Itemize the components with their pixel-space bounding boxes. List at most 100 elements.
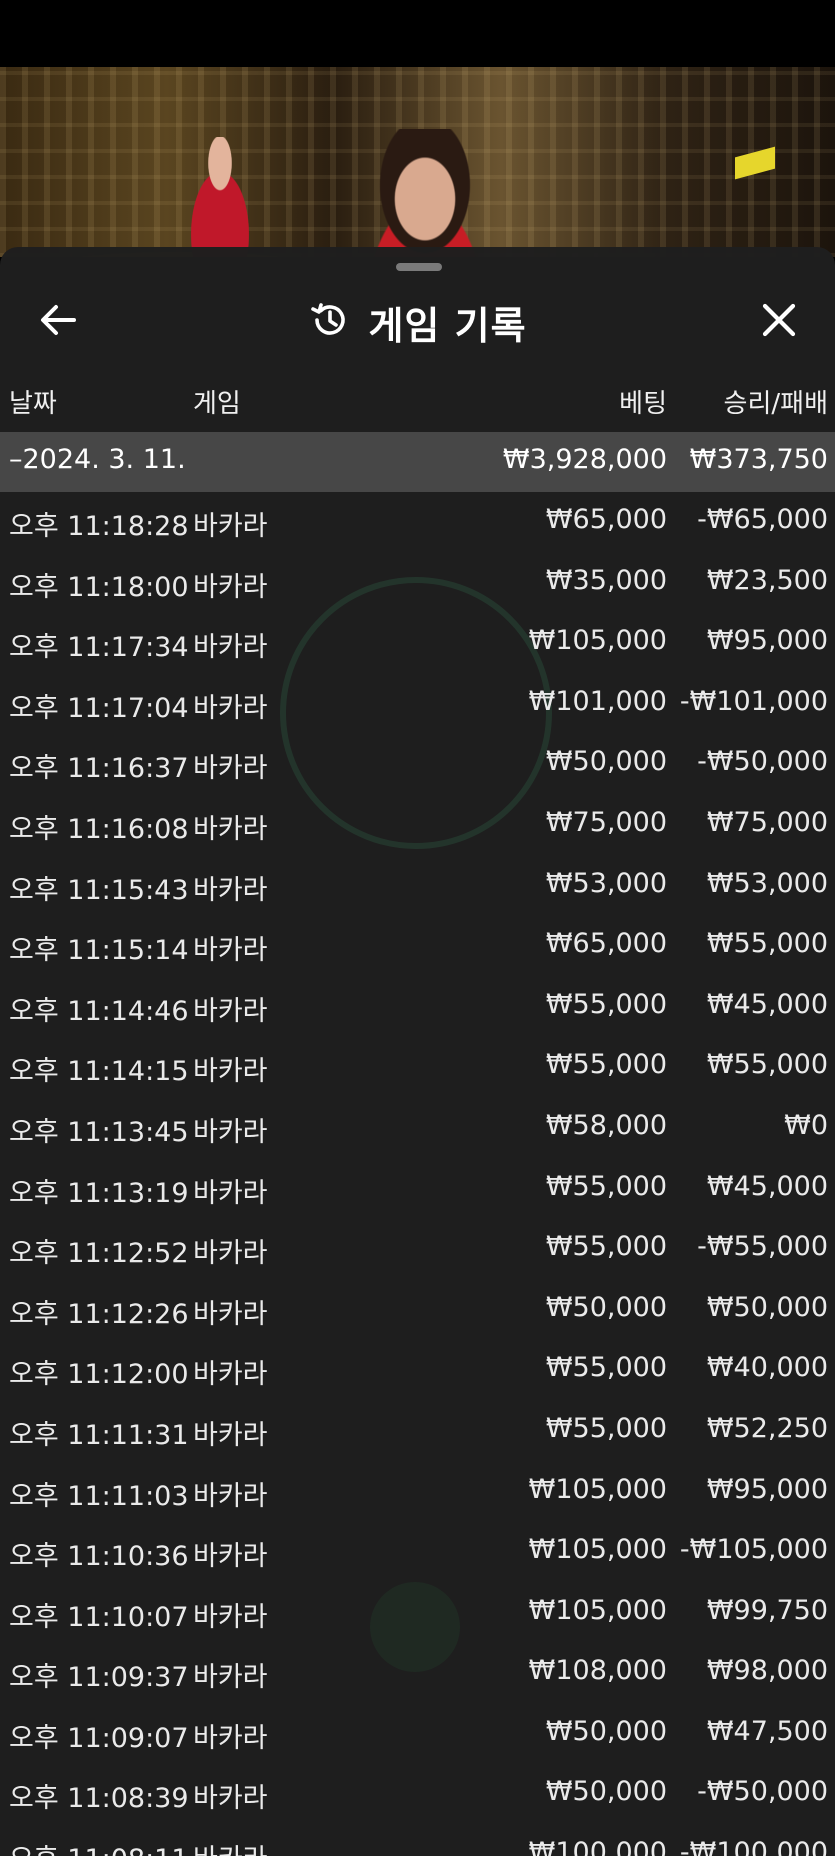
column-header-bet: 베팅 [619,389,667,419]
live-video-feed [0,67,835,257]
row-game: 바카라 [193,1601,268,1633]
row-game: 바카라 [193,1298,268,1330]
row-game: 바카라 [193,1419,268,1451]
row-game: 바카라 [193,1359,268,1391]
row-time: 오후 11:17:34 [9,632,189,664]
row-game: 바카라 [193,995,268,1027]
table-row[interactable]: 오후 11:14:46 바카라 ₩55,000 ₩45,000 [0,977,835,1038]
row-time: 오후 11:17:04 [9,692,189,724]
row-result: ₩53,000 [706,867,828,899]
row-bet: ₩55,000 [545,1049,667,1081]
table-row[interactable]: 오후 11:10:36 바카라 ₩105,000 -₩105,000 [0,1522,835,1583]
row-bet: ₩50,000 [545,746,667,778]
table-row[interactable]: 오후 11:12:52 바카라 ₩55,000 -₩55,000 [0,1219,835,1280]
table-row[interactable]: 오후 11:17:04 바카라 ₩101,000 -₩101,000 [0,674,835,735]
row-bet: ₩55,000 [545,1352,667,1384]
row-result: -₩101,000 [679,685,828,717]
table-row[interactable]: 오후 11:17:34 바카라 ₩105,000 ₩95,000 [0,613,835,674]
summary-result: ₩373,750 [689,444,828,475]
row-result: ₩40,000 [706,1352,828,1384]
history-table: –2024. 3. 11. ₩3,928,000 ₩373,750 오후 11:… [0,432,835,1856]
row-game: 바카라 [193,874,268,906]
row-bet: ₩65,000 [545,928,667,960]
row-game: 바카라 [193,753,268,785]
row-time: 오후 11:08:39 [9,1783,189,1815]
table-row[interactable]: 오후 11:14:15 바카라 ₩55,000 ₩55,000 [0,1037,835,1098]
sheet-drag-handle[interactable] [396,263,442,271]
row-game: 바카라 [193,1238,268,1270]
title-group: 게임 기록 [0,287,835,357]
row-bet: ₩55,000 [545,1231,667,1263]
row-result: ₩52,250 [706,1412,828,1444]
row-bet: ₩58,000 [545,1109,667,1141]
row-game: 바카라 [193,511,268,542]
row-bet: ₩105,000 [528,1534,667,1566]
row-time: 오후 11:15:14 [9,935,189,967]
row-game: 바카라 [193,1541,268,1573]
row-time: 오후 11:08:11 [9,1837,189,1856]
status-bar [0,0,835,67]
row-game: 바카라 [193,1177,268,1209]
date-summary-row[interactable]: –2024. 3. 11. ₩3,928,000 ₩373,750 [0,432,835,492]
table-row[interactable]: 오후 11:12:00 바카라 ₩55,000 ₩40,000 [0,1340,835,1401]
row-result: ₩23,500 [706,564,828,596]
table-row[interactable]: 오후 11:15:14 바카라 ₩65,000 ₩55,000 [0,916,835,977]
row-time: 오후 11:14:15 [9,1056,189,1088]
table-header: 날짜 게임 베팅 승리/패배 [0,377,835,421]
row-bet: ₩50,000 [545,1291,667,1323]
column-header-game: 게임 [193,389,241,419]
row-result: ₩99,750 [706,1594,828,1626]
history-icon [308,299,350,345]
row-bet: ₩55,000 [545,1170,667,1202]
row-bet: ₩105,000 [528,625,667,657]
row-time: 오후 11:15:43 [9,874,189,906]
row-result: ₩45,000 [706,988,828,1020]
table-row[interactable]: 오후 11:12:26 바카라 ₩50,000 ₩50,000 [0,1280,835,1341]
row-time: 오후 11:18:28 [9,511,189,542]
row-time: 오후 11:11:03 [9,1480,189,1512]
sheet-header: 게임 기록 [0,287,835,357]
table-row[interactable]: 오후 11:16:08 바카라 ₩75,000 ₩75,000 [0,795,835,856]
row-time: 오후 11:12:26 [9,1298,189,1330]
table-row[interactable]: 오후 11:09:07 바카라 ₩50,000 ₩47,500 [0,1704,835,1765]
table-row[interactable]: 오후 11:13:45 바카라 ₩58,000 ₩0 [0,1098,835,1159]
table-row[interactable]: 오후 11:11:03 바카라 ₩105,000 ₩95,000 [0,1462,835,1523]
row-result: -₩105,000 [679,1534,828,1566]
row-time: 오후 11:18:00 [9,571,189,603]
row-bet: ₩50,000 [545,1715,667,1747]
row-time: 오후 11:10:07 [9,1601,189,1633]
row-time: 오후 11:14:46 [9,995,189,1027]
column-header-date: 날짜 [9,389,57,419]
page-title: 게임 기록 [368,303,527,348]
row-result: ₩0 [784,1109,828,1141]
row-game: 바카라 [193,1722,268,1754]
table-row[interactable]: 오후 11:13:19 바카라 ₩55,000 ₩45,000 [0,1159,835,1220]
row-time: 오후 11:10:36 [9,1541,189,1573]
row-game: 바카라 [193,571,268,603]
table-row[interactable]: 오후 11:18:00 바카라 ₩35,000 ₩23,500 [0,553,835,614]
table-row[interactable]: 오후 11:09:37 바카라 ₩108,000 ₩98,000 [0,1643,835,1704]
row-result: ₩50,000 [706,1291,828,1323]
row-game: 바카라 [193,1837,268,1856]
table-row[interactable]: 오후 11:08:39 바카라 ₩50,000 -₩50,000 [0,1764,835,1825]
row-result: ₩98,000 [706,1655,828,1687]
table-row[interactable]: 오후 11:18:28 바카라 ₩65,000 -₩65,000 [0,492,835,553]
row-time: 오후 11:16:37 [9,753,189,785]
row-result: ₩47,500 [706,1715,828,1747]
row-time: 오후 11:12:52 [9,1238,189,1270]
row-bet: ₩75,000 [545,806,667,838]
column-header-result: 승리/패배 [723,389,828,419]
video-dealer-secondary [175,137,265,257]
row-bet: ₩105,000 [528,1594,667,1626]
row-time: 오후 11:09:37 [9,1662,189,1694]
table-row[interactable]: 오후 11:11:31 바카라 ₩55,000 ₩52,250 [0,1401,835,1462]
row-bet: ₩50,000 [545,1776,667,1808]
row-bet: ₩53,000 [545,867,667,899]
table-row[interactable]: 오후 11:15:43 바카라 ₩53,000 ₩53,000 [0,856,835,917]
row-bet: ₩100,000 [528,1837,667,1856]
table-row[interactable]: 오후 11:08:11바카라 ₩100,000 -₩100,000 [0,1825,835,1856]
table-row[interactable]: 오후 11:10:07 바카라 ₩105,000 ₩99,750 [0,1583,835,1644]
summary-date: –2024. 3. 11. [9,444,186,475]
close-button[interactable] [751,297,807,347]
table-row[interactable]: 오후 11:16:37 바카라 ₩50,000 -₩50,000 [0,734,835,795]
